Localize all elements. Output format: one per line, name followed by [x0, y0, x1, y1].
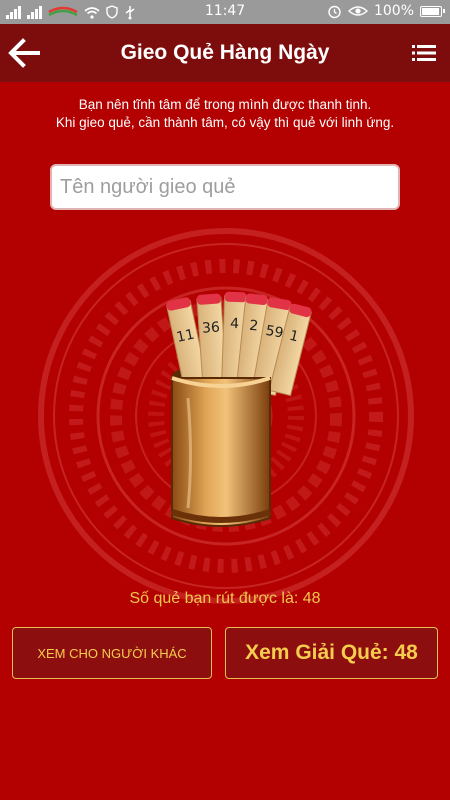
- battery-percent: 100%: [373, 3, 414, 19]
- stick-label: 2: [249, 318, 260, 335]
- instruction-line-2: Khi gieo quẻ, cần thành tâm, có vậy thì …: [55, 115, 395, 130]
- battery-icon: [420, 5, 445, 17]
- instruction-line-1: Bạn nên tĩnh tâm để trong mình được than…: [78, 97, 372, 112]
- name-input[interactable]: [50, 164, 400, 210]
- stick-label: 36: [202, 319, 221, 336]
- result-text: Số quẻ bạn rút được là: 48: [129, 590, 321, 607]
- eye-icon: [347, 6, 368, 16]
- alarm-icon: [328, 5, 341, 18]
- list-menu-icon[interactable]: [412, 44, 436, 62]
- view-for-other-button[interactable]: XEM CHO NGƯỜI KHÁC: [12, 627, 212, 679]
- fortune-sticks-artwork[interactable]: 11 36 4 2 59 1: [38, 228, 414, 604]
- app-bar: Gieo Quẻ Hàng Ngày: [0, 24, 450, 82]
- status-bar: 11:47 100%: [0, 0, 450, 24]
- stick-cup: [171, 376, 271, 527]
- status-right-icons: 100%: [327, 3, 445, 19]
- instruction-text: Bạn nên tĩnh tâm để trong mình được than…: [20, 96, 430, 132]
- battery-fill: [422, 7, 439, 15]
- page-title: Gieo Quẻ Hàng Ngày: [120, 41, 330, 64]
- view-interpretation-button[interactable]: Xem Giải Quẻ: 48: [225, 627, 438, 679]
- stick-label: 4: [230, 316, 240, 332]
